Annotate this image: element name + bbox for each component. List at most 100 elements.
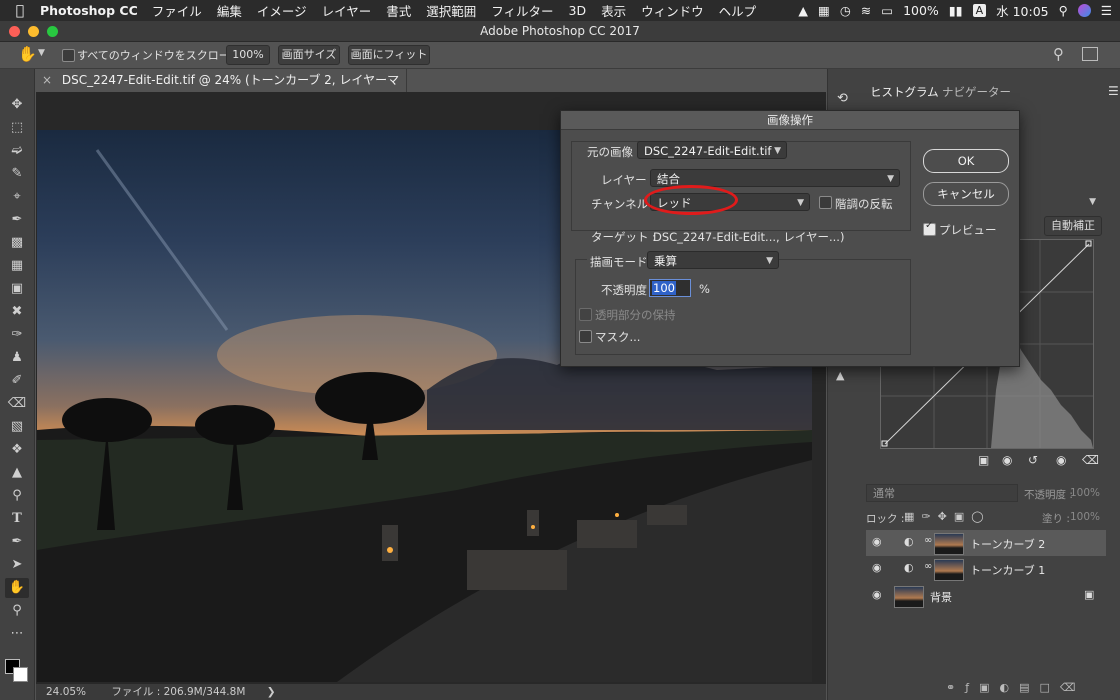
battery-label[interactable]: 100% [903, 3, 939, 18]
apple-icon[interactable]:  [0, 3, 40, 19]
dodge-tool-icon[interactable]: ⚲ [5, 486, 29, 506]
layer-thumbnail[interactable] [894, 586, 924, 608]
menu-window[interactable]: ウィンドウ [641, 1, 704, 20]
lock-icon[interactable]: ▣ [1084, 588, 1094, 601]
crop-tool-icon[interactable]: ⌖ [5, 187, 29, 207]
cancel-button[interactable]: キャンセル [923, 182, 1009, 206]
gradient-tool-icon[interactable]: ▧ [5, 417, 29, 437]
menu-help[interactable]: ヘルプ [719, 1, 757, 20]
airplay-icon[interactable]: ▭ [881, 3, 893, 18]
eye-icon[interactable]: ◉ [872, 561, 882, 574]
zoom-tool-icon[interactable]: ⚲ [5, 601, 29, 621]
layer-mask-thumbnail[interactable] [934, 533, 964, 555]
invert-checkbox[interactable] [819, 196, 832, 209]
layer-row-curve1[interactable]: ◉ ◐ ∞ トーンカーブ 1 [866, 556, 1106, 582]
close-document-icon[interactable]: × [42, 73, 52, 87]
healing-brush-tool-icon[interactable]: ▩ [5, 233, 29, 253]
layer-row-background[interactable]: ◉ 背景 ▣ [866, 583, 1106, 609]
hand-tool-preset-icon[interactable]: ✋ [18, 45, 37, 63]
source-select[interactable]: DSC_2247-Edit-Edit.tif ▼ [637, 141, 787, 159]
menu-type[interactable]: 書式 [386, 1, 411, 20]
spotlight-icon[interactable]: ⚲ [1059, 3, 1068, 18]
layer-name[interactable]: 背景 [930, 589, 952, 605]
preserve-transparency-checkbox[interactable] [579, 308, 592, 321]
opacity-input[interactable]: 100% [1070, 487, 1100, 499]
reset-icon[interactable]: ↺ [1028, 453, 1038, 467]
scroll-all-checkbox[interactable] [62, 49, 75, 62]
type-tool-icon[interactable]: T [5, 509, 29, 529]
preset-dropdown[interactable]: ▼ [1008, 195, 1096, 213]
menu-app-name[interactable]: Photoshop CC [40, 3, 138, 18]
adjustment-icon[interactable]: ▲ [836, 369, 844, 382]
quick-select-tool-icon[interactable]: ✎ [5, 164, 29, 184]
chevron-right-icon[interactable]: ❯ [267, 686, 276, 698]
fill-screen-button[interactable]: 画面にフィット [348, 45, 430, 65]
lock-icons[interactable]: ▦✑✥▣◯ [904, 510, 991, 523]
notification-icon[interactable]: ☰ [1101, 3, 1112, 18]
menu-image[interactable]: イメージ [257, 1, 307, 20]
path-select-tool-icon[interactable]: ➤ [5, 555, 29, 575]
move-tool-icon[interactable]: ✥ [5, 95, 29, 115]
frame-tool-icon[interactable]: ▣ [5, 279, 29, 299]
time-machine-icon[interactable]: ◷ [840, 3, 851, 18]
content-aware-move-icon[interactable]: ✖ [5, 302, 29, 322]
history-panel-icon[interactable]: ⟲ [837, 91, 848, 106]
input-mode-icon[interactable]: A [972, 4, 987, 17]
siri-icon[interactable] [1077, 4, 1091, 17]
layer-row-curve2[interactable]: ◉ ◐ ∞ トーンカーブ 2 [866, 530, 1106, 556]
eye-icon[interactable]: ◉ [872, 535, 882, 548]
blur-tool-icon[interactable]: ❖ [5, 440, 29, 460]
menu-select[interactable]: 選択範囲 [426, 1, 476, 20]
eraser-tool-icon[interactable]: ⌫ [5, 394, 29, 414]
marquee-tool-icon[interactable]: ⬚ [5, 118, 29, 138]
ok-button[interactable]: OK [923, 149, 1009, 173]
blend-mode-select[interactable]: 乗算 ▼ [647, 251, 779, 269]
zoom-level[interactable]: 24.05% [46, 686, 86, 698]
menu-layer[interactable]: レイヤー [322, 1, 372, 20]
layer-mask-thumbnail[interactable] [934, 559, 964, 581]
opacity-input[interactable]: 100 [649, 279, 691, 297]
link-icon[interactable]: ∞ [924, 561, 932, 572]
fill-input[interactable]: 100% [1070, 511, 1100, 523]
menu-filter[interactable]: フィルター [491, 1, 553, 20]
file-size-info[interactable]: ファイル : 206.9M/344.8M [111, 686, 245, 698]
auto-adjust-button[interactable]: 自動補正 [1044, 216, 1102, 236]
menu-3d[interactable]: 3D [569, 3, 587, 18]
fit-screen-button[interactable]: 画面サイズ [278, 45, 340, 65]
link-icon[interactable]: ∞ [924, 535, 932, 546]
hand-tool-icon[interactable]: ✋ [5, 578, 29, 598]
vector-icon[interactable]: ▲ [798, 3, 808, 18]
panel-menu-icon[interactable]: ☰ [1108, 84, 1119, 98]
grid-status-icon[interactable]: ▦ [818, 3, 830, 18]
menu-edit[interactable]: 編集 [217, 1, 242, 20]
close-window-button[interactable] [9, 26, 20, 37]
sharpen-tool-icon[interactable]: ▲ [5, 463, 29, 483]
history-brush-tool-icon[interactable]: ✐ [5, 371, 29, 391]
bandage-tool-icon[interactable]: ▦ [5, 256, 29, 276]
maximize-window-button[interactable] [47, 26, 58, 37]
mask-checkbox[interactable] [579, 330, 592, 343]
document-tab[interactable]: × DSC_2247-Edit-Edit.tif @ 24% (トーンカーブ 2… [36, 69, 407, 110]
blend-mode-select[interactable]: 通常 [866, 484, 1018, 502]
layer-actions-icons[interactable]: ⚭ƒ▣◐▤□⌫ [946, 681, 1085, 694]
trash-icon[interactable]: ⌫ [1082, 453, 1099, 467]
mask-label[interactable]: マスク... [595, 329, 640, 345]
layer-name[interactable]: トーンカーブ 1 [970, 562, 1045, 578]
tab-navigator[interactable]: ナビゲーター [942, 81, 1011, 103]
chevron-down-icon[interactable]: ▼ [38, 48, 45, 58]
visibility-icon[interactable]: ◉ [1056, 453, 1066, 467]
zoom-100-button[interactable]: 100% [226, 45, 270, 65]
layer-name[interactable]: トーンカーブ 2 [970, 536, 1045, 552]
workspace-icon[interactable] [1082, 47, 1098, 61]
lasso-tool-icon[interactable]: ➫ [5, 141, 29, 161]
menu-file[interactable]: ファイル [152, 1, 202, 20]
background-color-swatch[interactable] [13, 667, 28, 682]
eyedropper-tool-icon[interactable]: ✒ [5, 210, 29, 230]
eye-icon[interactable]: ◉ [872, 588, 882, 601]
pen-tool-icon[interactable]: ✒ [5, 532, 29, 552]
brush-tool-icon[interactable]: ✑ [5, 325, 29, 345]
wifi-icon[interactable]: ≋ [861, 3, 871, 18]
view-previous-icon[interactable]: ◉ [1002, 453, 1012, 467]
clock[interactable]: 水 10:05 [996, 1, 1049, 20]
menu-view[interactable]: 表示 [601, 1, 626, 20]
